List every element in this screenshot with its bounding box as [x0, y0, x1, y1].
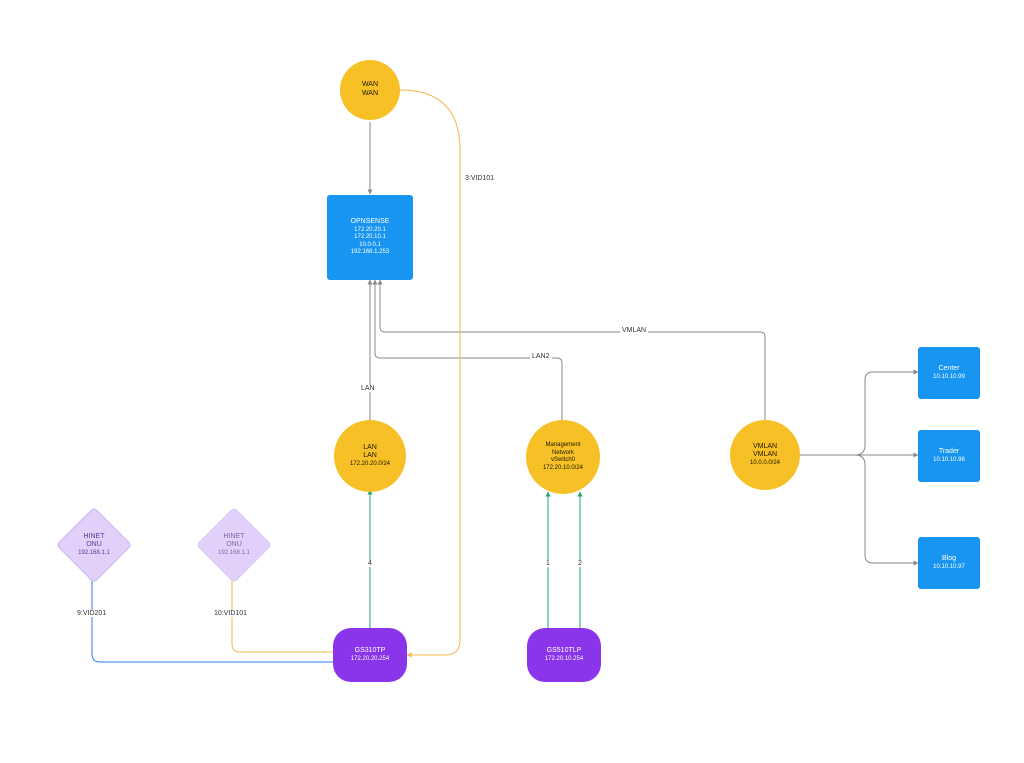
edge-label-4: 4	[366, 560, 374, 567]
node-gs310tp: GS310TP 172.20.20.254	[333, 628, 407, 682]
edge-gs310tp-to-hinet-left	[92, 575, 333, 662]
node-vmlan: VMLAN VMLAN 10.0.0.0/24	[730, 420, 800, 490]
node-vmlan-line1: VMLAN	[753, 443, 777, 452]
node-gs310tp-name: GS310TP	[355, 647, 386, 656]
edge-label-2: 2	[576, 560, 584, 567]
node-wan-line2: WAN	[362, 90, 378, 99]
edge-vmlan-to-blog	[800, 455, 918, 563]
node-mgmt: Management Network vSwitch0 172.20.10.0/…	[526, 420, 600, 494]
node-opnsense: OPNSENSE 172.20.20.1 172.20.10.1 10.0.0.…	[327, 195, 413, 280]
node-hinet-left-line2: ONU	[59, 541, 129, 549]
node-lan-line2: LAN	[363, 452, 377, 461]
edge-label-lan2: LAN2	[530, 353, 552, 360]
node-lan-line1: LAN	[363, 444, 377, 453]
node-trader: Trader 10.10.10.98	[918, 430, 980, 482]
node-mgmt-line1: Management	[545, 442, 580, 450]
node-hinet-right-line2: ONU	[199, 541, 269, 549]
node-gs510tlp-name: GS510TLP	[547, 647, 582, 656]
node-blog-name: Blog	[942, 555, 956, 564]
edge-label-vmlan: VMLAN	[620, 327, 648, 334]
node-wan-line1: WAN	[362, 81, 378, 90]
edge-label-vid101b: 10:VID101	[212, 610, 249, 617]
node-trader-ip: 10.10.10.98	[933, 457, 965, 465]
edge-label-vid201: 9:VID201	[75, 610, 108, 617]
diagram-edges	[0, 0, 1024, 763]
edge-wan-to-gs310tp	[400, 90, 460, 655]
node-opnsense-ip0: 172.20.20.1	[354, 227, 386, 235]
node-hinet-left: HINET ONU 192.168.1.1	[56, 507, 132, 583]
node-vmlan-line2: VMLAN	[753, 451, 777, 460]
edge-label-vid101: 3:VID101	[463, 175, 496, 182]
node-center-name: Center	[938, 365, 959, 374]
node-hinet-right: HINET ONU 192.168.1.1	[196, 507, 272, 583]
node-mgmt-line3: vSwitch0	[551, 457, 575, 465]
node-mgmt-cidr: 172.20.10.0/24	[543, 465, 583, 473]
edge-opnsense-to-vmlan	[380, 280, 765, 420]
node-gs510tlp: GS510TLP 172.20.10.254	[527, 628, 601, 682]
node-mgmt-line2: Network	[552, 450, 574, 458]
node-gs510tlp-ip: 172.20.10.254	[545, 656, 583, 664]
edge-vmlan-to-center	[800, 372, 918, 455]
node-hinet-right-line1: HINET	[199, 533, 269, 541]
node-center: Center 10.10.10.99	[918, 347, 980, 399]
node-opnsense-ip2: 10.0.0.1	[359, 242, 381, 250]
edge-label-1: 1	[544, 560, 552, 567]
edge-opnsense-to-mgmt	[375, 280, 562, 420]
node-lan-cidr: 172.20.20.0/24	[350, 461, 390, 469]
node-opnsense-title: OPNSENSE	[351, 218, 390, 227]
node-blog-ip: 10.10.10.97	[933, 564, 965, 572]
edge-label-lan: LAN	[359, 385, 377, 392]
node-hinet-left-line1: HINET	[59, 533, 129, 541]
node-vmlan-cidr: 10.0.0.0/24	[750, 460, 780, 468]
node-hinet-right-ip: 192.168.1.1	[199, 550, 269, 557]
node-opnsense-ip3: 192.168.1.253	[351, 249, 389, 257]
node-lan: LAN LAN 172.20.20.0/24	[334, 420, 406, 492]
node-center-ip: 10.10.10.99	[933, 374, 965, 382]
node-gs310tp-ip: 172.20.20.254	[351, 656, 389, 664]
node-trader-name: Trader	[939, 448, 959, 457]
node-opnsense-ip1: 172.20.10.1	[354, 234, 386, 242]
node-hinet-left-ip: 192.168.1.1	[59, 550, 129, 557]
node-wan: WAN WAN	[340, 60, 400, 120]
node-blog: Blog 10.10.10.97	[918, 537, 980, 589]
